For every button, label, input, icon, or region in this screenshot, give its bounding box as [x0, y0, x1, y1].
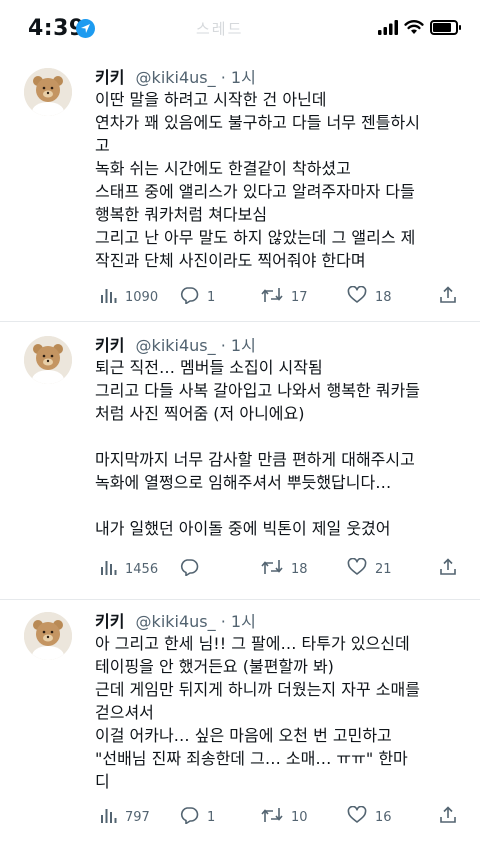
heart-icon	[347, 805, 367, 828]
share-icon	[439, 806, 457, 828]
author-handle[interactable]: @kiki4us_	[136, 336, 216, 355]
author-name[interactable]: 키키	[95, 612, 124, 631]
tweet-text-line: 처럼 사진 찍어줌 (저 아니에요)	[95, 404, 305, 423]
tweet[interactable]: 키키 @kiki4us_ · 1시 퇴근 직전… 멤버들 소집이 시작됨 그리고…	[0, 322, 480, 600]
separator-dot: ·	[220, 336, 226, 355]
views-button[interactable]: 797	[99, 806, 150, 828]
tweet-text-line: 행복한 쿼카처럼 쳐다보심	[95, 205, 268, 224]
tweet-text-line: 작진과 단체 사진이라도 찍어줘야 한다며	[95, 251, 366, 270]
share-button[interactable]	[439, 286, 457, 308]
avatar[interactable]	[24, 612, 72, 660]
reply-icon	[179, 806, 199, 828]
faded-title: 스레드	[196, 20, 244, 38]
reply-count: 1	[207, 289, 216, 305]
separator-dot: ·	[220, 612, 226, 631]
retweet-icon	[261, 806, 283, 828]
reply-icon	[179, 558, 199, 580]
views-icon	[99, 286, 117, 308]
tweet-text-line: 마지막까지 너무 감사할 만큼 편하게 대해주시고	[95, 450, 415, 469]
tweet-text: 퇴근 직전… 멤버들 소집이 시작됨 그리고 다들 사복 갈아입고 나와서 행복…	[95, 356, 465, 540]
timestamp[interactable]: 1시	[231, 336, 256, 355]
views-icon	[99, 806, 117, 828]
tweet-actions: 1456 18 21	[95, 557, 460, 580]
author-handle[interactable]: @kiki4us_	[136, 68, 216, 87]
views-button[interactable]: 1456	[99, 558, 158, 580]
tweet-text-line: 이딴 말을 하려고 시작한 건 아닌데	[95, 90, 327, 109]
tweet-text-line: 고	[95, 136, 110, 155]
reply-count: 1	[207, 809, 216, 825]
author-handle[interactable]: @kiki4us_	[136, 612, 216, 631]
tweet-text-line: 이걸 어카나… 싶은 마음에 오천 번 고민하고	[95, 726, 392, 745]
views-count: 1090	[125, 289, 159, 305]
reply-button[interactable]	[179, 558, 207, 580]
retweet-button[interactable]: 18	[261, 558, 308, 580]
retweet-count: 18	[291, 561, 308, 577]
tweet-text-line: 녹화 쉬는 시간에도 한결같이 착하셨고	[95, 159, 351, 178]
heart-icon	[347, 285, 367, 308]
tweet-text-line: 테이핑을 안 했거든요 (불편할까 봐)	[95, 657, 334, 676]
tweet-text: 이딴 말을 하려고 시작한 건 아닌데 연차가 꽤 있음에도 불구하고 다들 너…	[95, 88, 465, 272]
avatar[interactable]	[24, 336, 72, 384]
tweet-text-line: 내가 일했던 아이돌 중에 빅톤이 제일 웃겼어	[95, 519, 391, 538]
retweet-button[interactable]: 17	[261, 286, 308, 308]
heart-icon	[347, 557, 367, 580]
tweet-header: 키키 @kiki4us_ · 1시	[95, 608, 256, 632]
retweet-button[interactable]: 10	[261, 806, 308, 828]
tweet[interactable]: 키키 @kiki4us_ · 1시 이딴 말을 하려고 시작한 건 아닌데 연차…	[0, 50, 480, 322]
retweet-count: 10	[291, 809, 308, 825]
tweet-text-line: 그리고 다들 사복 갈아입고 나와서 행복한 쿼카들	[95, 381, 420, 400]
like-button[interactable]: 18	[347, 285, 392, 308]
retweet-icon	[261, 286, 283, 308]
retweet-count: 17	[291, 289, 308, 305]
timestamp[interactable]: 1시	[231, 612, 256, 631]
tweet-text-line: 그리고 난 아무 말도 하지 않았는데 그 앨리스 제	[95, 228, 416, 247]
views-button[interactable]: 1090	[99, 286, 158, 308]
tweet-actions: 797 1 10 16	[95, 805, 460, 828]
like-button[interactable]: 21	[347, 557, 392, 580]
tweet-header: 키키 @kiki4us_ · 1시	[95, 332, 256, 356]
share-button[interactable]	[439, 806, 457, 828]
avatar[interactable]	[24, 68, 72, 116]
tweet-text-line: 디	[95, 772, 110, 791]
tweet-text-line: 스태프 중에 앨리스가 있다고 알려주자마자 다들	[95, 182, 415, 201]
tweet-text-line: 걷으셔서	[95, 703, 154, 722]
cellular-signal-icon	[378, 20, 398, 39]
tweet-text-line: 연차가 꽤 있음에도 불구하고 다들 너무 젠틀하시	[95, 113, 420, 132]
tweet-header: 키키 @kiki4us_ · 1시	[95, 64, 256, 88]
wifi-icon	[404, 19, 424, 39]
share-button[interactable]	[439, 558, 457, 580]
tweet[interactable]: 키키 @kiki4us_ · 1시 아 그리고 한세 님!! 그 팔에… 타투가…	[0, 600, 480, 850]
tweet-text-line: 근데 게임만 뒤지게 하니까 더웠는지 자꾸 소매를	[95, 680, 420, 699]
battery-icon	[430, 20, 461, 35]
author-name[interactable]: 키키	[95, 336, 124, 355]
like-button[interactable]: 16	[347, 805, 392, 828]
retweet-icon	[261, 558, 283, 580]
separator-dot: ·	[220, 68, 226, 87]
reply-button[interactable]: 1	[179, 286, 215, 308]
tweet-text-line: 녹화에 열쩡으로 임해주셔서 뿌듯했답니다…	[95, 473, 392, 492]
tweet-actions: 1090 1 17 18	[95, 285, 460, 308]
timestamp[interactable]: 1시	[231, 68, 256, 87]
reply-icon	[179, 286, 199, 308]
author-name[interactable]: 키키	[95, 68, 124, 87]
views-icon	[99, 558, 117, 580]
like-count: 18	[375, 289, 392, 305]
tweet-text-line: 퇴근 직전… 멤버들 소집이 시작됨	[95, 358, 323, 377]
tweet-text: 아 그리고 한세 님!! 그 팔에… 타투가 있으신데 테이핑을 안 했거든요 …	[95, 632, 465, 793]
tweet-text-line: "선배님 진짜 죄송한데 그… 소매… ㅠㅠ" 한마	[95, 749, 408, 768]
like-count: 21	[375, 561, 392, 577]
reply-button[interactable]: 1	[179, 806, 215, 828]
share-icon	[439, 286, 457, 308]
tweet-text-line: 아 그리고 한세 님!! 그 팔에… 타투가 있으신데	[95, 634, 410, 653]
views-count: 797	[125, 809, 150, 825]
location-icon	[76, 19, 95, 38]
views-count: 1456	[125, 561, 159, 577]
like-count: 16	[375, 809, 392, 825]
share-icon	[439, 558, 457, 580]
